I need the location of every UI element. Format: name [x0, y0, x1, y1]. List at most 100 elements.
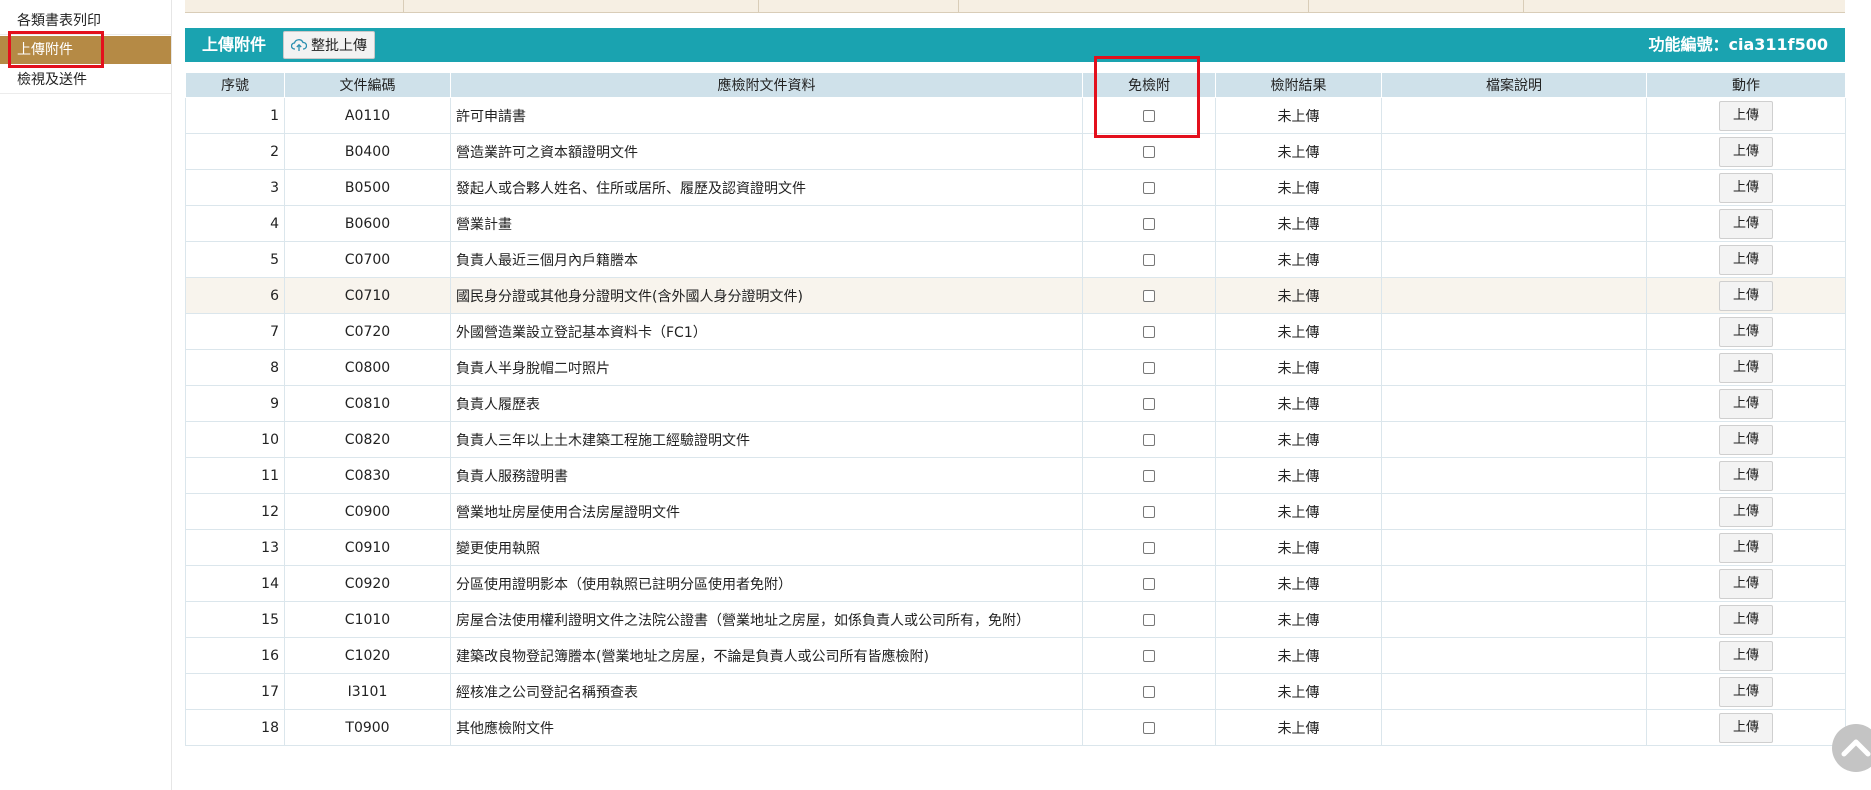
row-exempt-cell: [1082, 457, 1216, 494]
table-row: 16 C1020 建築改良物登記簿謄本(營業地址之房屋，不論是負責人或公司所有皆應檢…: [185, 637, 1846, 674]
row-seq: 12: [185, 493, 285, 530]
exempt-checkbox[interactable]: [1143, 469, 1155, 482]
row-upload-result: 未上傳: [1215, 457, 1382, 494]
exempt-checkbox[interactable]: [1143, 217, 1155, 230]
table-row: 1 A0110 許可申請書 未上傳 上傳: [185, 97, 1846, 134]
row-action-cell: 上傳: [1646, 241, 1846, 278]
upload-button[interactable]: 上傳: [1719, 640, 1773, 671]
upload-button[interactable]: 上傳: [1719, 676, 1773, 707]
row-doc-name: 國民身分證或其他身分證明文件(含外國人身分證明文件): [450, 277, 1083, 314]
chevron-up-icon: [1841, 739, 1871, 757]
upload-button[interactable]: 上傳: [1719, 496, 1773, 527]
upload-button[interactable]: 上傳: [1719, 280, 1773, 311]
row-action-cell: 上傳: [1646, 205, 1846, 242]
row-doc-name: 分區使用證明影本（使用執照已註明分區使用者免附）: [450, 565, 1083, 602]
exempt-checkbox[interactable]: [1143, 505, 1155, 518]
upload-button[interactable]: 上傳: [1719, 388, 1773, 419]
section-title: 上傳附件: [202, 35, 267, 54]
upload-button[interactable]: 上傳: [1719, 208, 1773, 239]
row-upload-result: 未上傳: [1215, 709, 1382, 746]
table-row: 14 C0920 分區使用證明影本（使用執照已註明分區使用者免附） 未上傳 上傳: [185, 565, 1846, 602]
row-upload-result: 未上傳: [1215, 565, 1382, 602]
row-upload-result: 未上傳: [1215, 133, 1382, 170]
sidebar-item-review-submit[interactable]: 檢視及送件: [0, 66, 171, 94]
row-exempt-cell: [1082, 709, 1216, 746]
upload-button[interactable]: 上傳: [1719, 712, 1773, 743]
column-header-doc-code: 文件編碼: [284, 72, 451, 98]
exempt-checkbox[interactable]: [1143, 613, 1155, 626]
exempt-checkbox[interactable]: [1143, 109, 1155, 122]
row-upload-result: 未上傳: [1215, 637, 1382, 674]
row-file-desc: [1381, 241, 1647, 278]
row-seq: 11: [185, 457, 285, 494]
row-doc-code: I3101: [284, 673, 451, 710]
upload-button[interactable]: 上傳: [1719, 244, 1773, 275]
sidebar-item-upload-attachments[interactable]: 上傳附件: [0, 36, 171, 64]
row-upload-result: 未上傳: [1215, 97, 1382, 134]
row-doc-name: 負責人服務證明書: [450, 457, 1083, 494]
batch-upload-button[interactable]: 整批上傳: [283, 31, 375, 59]
upload-button[interactable]: 上傳: [1719, 352, 1773, 383]
upload-button[interactable]: 上傳: [1719, 316, 1773, 347]
row-file-desc: [1381, 133, 1647, 170]
row-doc-code: C0800: [284, 349, 451, 386]
upload-button[interactable]: 上傳: [1719, 460, 1773, 491]
row-action-cell: 上傳: [1646, 133, 1846, 170]
upload-button[interactable]: 上傳: [1719, 532, 1773, 563]
upload-button[interactable]: 上傳: [1719, 136, 1773, 167]
exempt-checkbox[interactable]: [1143, 721, 1155, 734]
row-seq: 9: [185, 385, 285, 422]
row-doc-code: A0110: [284, 97, 451, 134]
upload-button[interactable]: 上傳: [1719, 172, 1773, 203]
exempt-checkbox[interactable]: [1143, 685, 1155, 698]
row-upload-result: 未上傳: [1215, 421, 1382, 458]
row-doc-name: 發起人或合夥人姓名、住所或居所、履歷及認資證明文件: [450, 169, 1083, 206]
exempt-checkbox[interactable]: [1143, 145, 1155, 158]
exempt-checkbox[interactable]: [1143, 253, 1155, 266]
row-doc-name: 許可申請書: [450, 97, 1083, 134]
row-seq: 15: [185, 601, 285, 638]
batch-upload-label: 整批上傳: [311, 38, 367, 54]
row-seq: 1: [185, 97, 285, 134]
row-exempt-cell: [1082, 97, 1216, 134]
row-action-cell: 上傳: [1646, 637, 1846, 674]
row-action-cell: 上傳: [1646, 673, 1846, 710]
row-doc-name: 營造業許可之資本額證明文件: [450, 133, 1083, 170]
row-action-cell: 上傳: [1646, 169, 1846, 206]
exempt-checkbox[interactable]: [1143, 289, 1155, 302]
exempt-checkbox[interactable]: [1143, 325, 1155, 338]
row-action-cell: 上傳: [1646, 709, 1846, 746]
row-file-desc: [1381, 421, 1647, 458]
row-action-cell: 上傳: [1646, 97, 1846, 134]
scroll-top-button[interactable]: [1832, 724, 1871, 772]
sidebar-item-print-forms[interactable]: 各類書表列印: [0, 7, 171, 35]
row-upload-result: 未上傳: [1215, 385, 1382, 422]
upload-button[interactable]: 上傳: [1719, 100, 1773, 131]
upload-button[interactable]: 上傳: [1719, 568, 1773, 599]
row-exempt-cell: [1082, 133, 1216, 170]
table-row: 10 C0820 負責人三年以上土木建築工程施工經驗證明文件 未上傳 上傳: [185, 421, 1846, 458]
upload-button[interactable]: 上傳: [1719, 604, 1773, 635]
exempt-checkbox[interactable]: [1143, 397, 1155, 410]
row-doc-name: 房屋合法使用權利證明文件之法院公證書（營業地址之房屋，如係負責人或公司所有，免附…: [450, 601, 1083, 638]
row-seq: 8: [185, 349, 285, 386]
row-seq: 17: [185, 673, 285, 710]
row-doc-name: 負責人半身脫帽二吋照片: [450, 349, 1083, 386]
table-header-row: 序號 文件編碼 應檢附文件資料 免檢附 檢附結果 檔案說明 動作: [185, 72, 1846, 98]
row-upload-result: 未上傳: [1215, 241, 1382, 278]
exempt-checkbox[interactable]: [1143, 361, 1155, 374]
exempt-checkbox[interactable]: [1143, 649, 1155, 662]
exempt-checkbox[interactable]: [1143, 577, 1155, 590]
row-file-desc: [1381, 277, 1647, 314]
exempt-checkbox[interactable]: [1143, 181, 1155, 194]
row-file-desc: [1381, 493, 1647, 530]
row-doc-name: 營業計畫: [450, 205, 1083, 242]
table-row: 5 C0700 負責人最近三個月內戶籍謄本 未上傳 上傳: [185, 241, 1846, 278]
row-exempt-cell: [1082, 637, 1216, 674]
exempt-checkbox[interactable]: [1143, 433, 1155, 446]
exempt-checkbox[interactable]: [1143, 541, 1155, 554]
row-exempt-cell: [1082, 277, 1216, 314]
section-header: 上傳附件 整批上傳 功能編號：cia311f500: [185, 28, 1845, 62]
upload-button[interactable]: 上傳: [1719, 424, 1773, 455]
table-row: 4 B0600 營業計畫 未上傳 上傳: [185, 205, 1846, 242]
